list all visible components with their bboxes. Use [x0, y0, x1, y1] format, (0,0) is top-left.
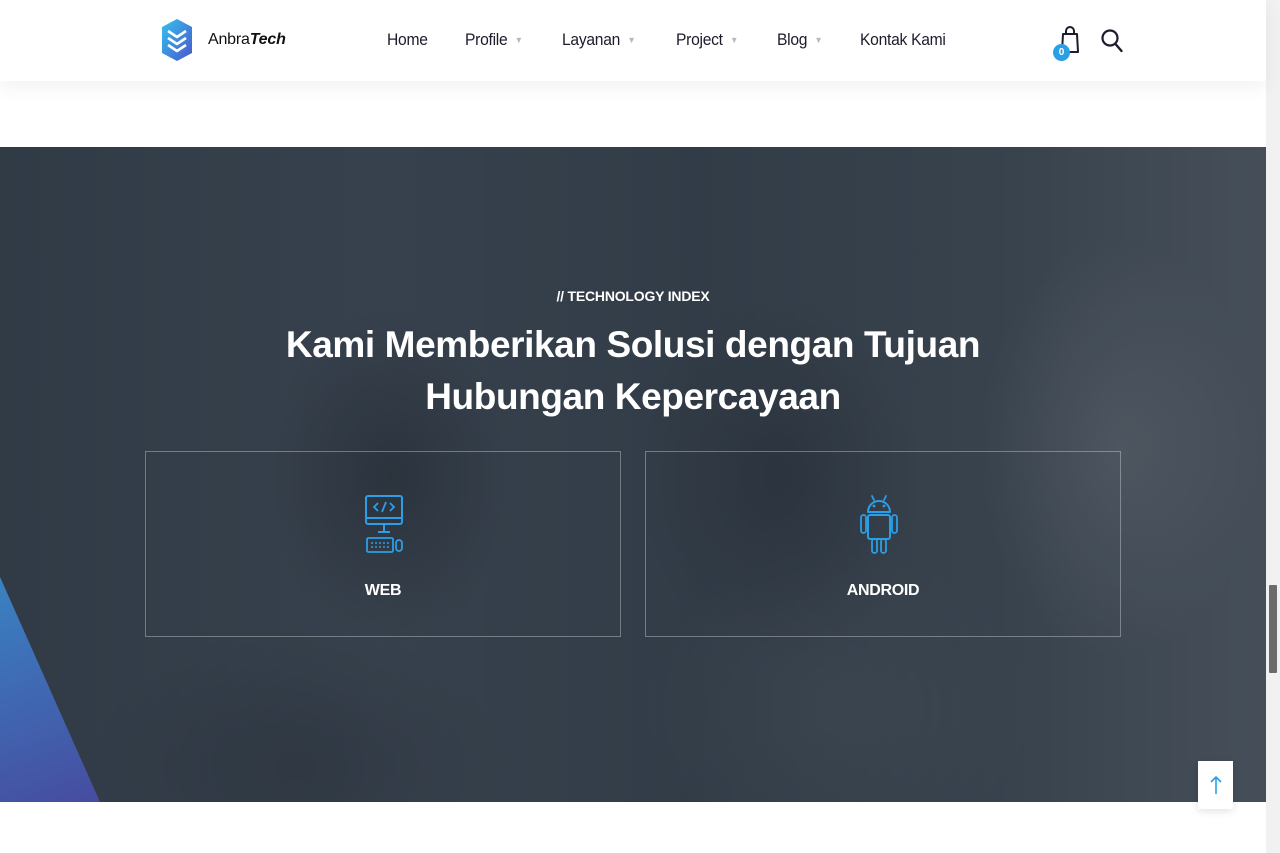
nav-item-label: Kontak Kami [860, 30, 947, 49]
section-title: Kami Memberikan Solusi dengan Tujuan Hub… [285, 324, 981, 417]
android-icon [860, 495, 898, 554]
page-scrollbar-thumb[interactable] [1269, 585, 1277, 673]
tech-card-android[interactable]: ANDROID [645, 451, 1121, 637]
brand-name-bold: Tech [249, 31, 286, 48]
nav-item-blog[interactable]: Blog ▼ [777, 30, 823, 50]
nav-item-profile[interactable]: Profile ▼ [465, 30, 523, 50]
site-header: AnbraTech Home Profile ▼ Layanan ▼ Proje… [0, 0, 1266, 81]
tech-card-label: ANDROID [846, 582, 920, 599]
cart-count-badge: 0 [1053, 44, 1070, 61]
technology-index-section: // TECHNOLOGY INDEX Kami Memberikan Solu… [0, 147, 1266, 802]
nav-item-kontak-kami[interactable]: Kontak Kami [860, 30, 946, 50]
page-scrollbar-track[interactable] [1266, 0, 1280, 853]
brand-name: AnbraTech [208, 31, 286, 49]
chevron-down-icon: ▼ [729, 35, 738, 45]
tech-card-web[interactable]: WEB [145, 451, 621, 637]
chevron-down-icon: ▼ [514, 35, 523, 45]
chevron-down-icon: ▼ [814, 35, 823, 45]
chevron-down-icon: ▼ [627, 35, 636, 45]
nav-item-label: Blog [777, 30, 808, 49]
search-button[interactable] [1100, 28, 1124, 54]
nav-item-label: Project [675, 30, 723, 49]
brand-logo[interactable]: AnbraTech [160, 17, 286, 63]
nav-item-layanan[interactable]: Layanan ▼ [561, 30, 636, 50]
nav-item-project[interactable]: Project ▼ [676, 30, 738, 50]
brand-name-regular: Anbra [208, 31, 250, 48]
tech-card-label: WEB [364, 582, 402, 599]
arrow-up-icon [1209, 775, 1222, 794]
main-nav: Home Profile ▼ Layanan ▼ Project ▼ Blog … [387, 30, 954, 50]
nav-item-label: Layanan [561, 30, 620, 49]
nav-item-home[interactable]: Home [387, 30, 428, 50]
brand-logo-icon [162, 19, 192, 61]
section-subtitle: // TECHNOLOGY INDEX [556, 288, 710, 304]
web-development-icon [365, 495, 403, 553]
search-icon [1101, 29, 1123, 53]
nav-item-label: Profile [465, 30, 508, 49]
back-to-top-button[interactable] [1198, 761, 1233, 809]
cart-button[interactable]: 0 [1053, 24, 1079, 64]
nav-item-label: Home [387, 30, 428, 49]
